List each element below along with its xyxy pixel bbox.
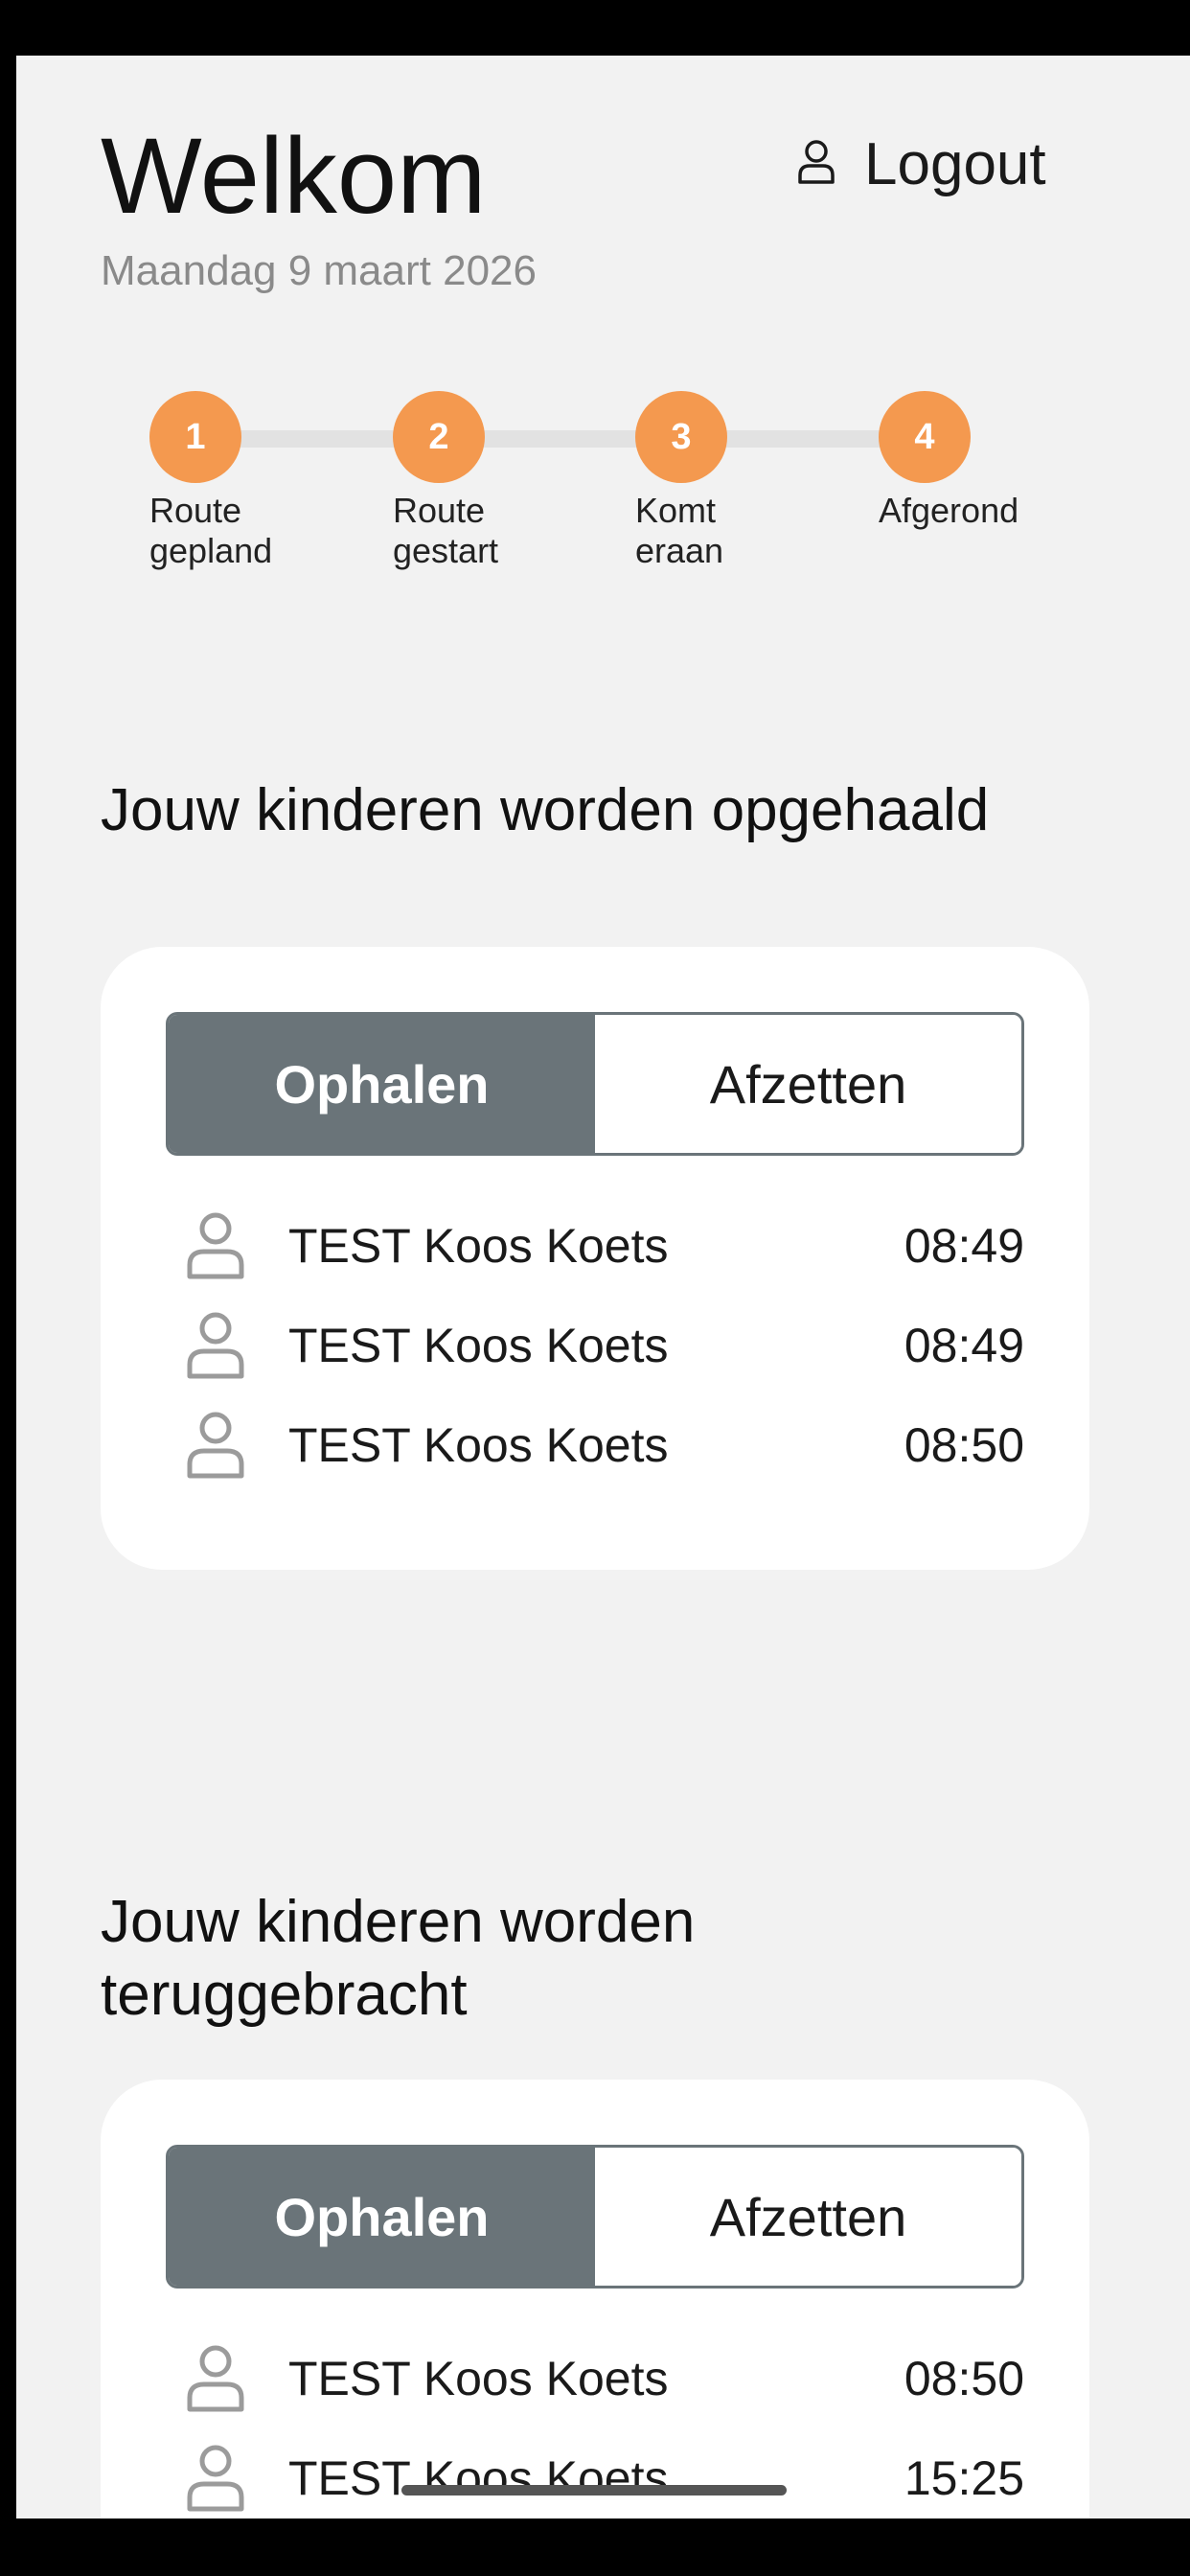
return-card: Ophalen Afzetten TEST Koos Koets 08:50 T… — [101, 2080, 1089, 2518]
step-number-badge: 1 — [149, 391, 241, 483]
tab-afzetten[interactable]: Afzetten — [595, 2148, 1021, 2286]
pickup-dropoff-toggle: Ophalen Afzetten — [166, 2145, 1024, 2288]
pickup-dropoff-toggle: Ophalen Afzetten — [166, 1012, 1024, 1156]
home-indicator[interactable] — [401, 2485, 787, 2496]
step-label: Afgerond — [879, 491, 1019, 530]
pickup-card: Ophalen Afzetten TEST Koos Koets 08:49 T… — [101, 947, 1089, 1570]
step-afgerond: 4 Afgerond — [879, 391, 1070, 531]
child-time: 08:50 — [904, 2352, 1024, 2405]
child-name: TEST Koos Koets — [288, 2352, 669, 2405]
section-heading-pickup: Jouw kinderen worden opgehaald — [101, 777, 990, 843]
step-number-badge: 4 — [879, 391, 971, 483]
list-item: TEST Koos Koets 08:50 — [166, 2329, 1024, 2428]
list-item: TEST Koos Koets 08:49 — [166, 1196, 1024, 1296]
child-name: TEST Koos Koets — [288, 2451, 669, 2505]
child-time: 08:50 — [904, 1418, 1024, 1472]
step-number-badge: 2 — [393, 391, 485, 483]
child-time: 15:25 — [904, 2451, 1024, 2505]
tab-ophalen[interactable]: Ophalen — [169, 1015, 595, 1153]
logout-button[interactable]: Logout — [797, 121, 1046, 207]
step-komt-eraan: 3 Komt eraan — [635, 391, 827, 571]
current-date: Maandag 9 maart 2026 — [101, 247, 537, 294]
step-label: Komt eraan — [635, 491, 724, 570]
step-route-gestart: 2 Route gestart — [393, 391, 584, 571]
tab-ophalen[interactable]: Ophalen — [169, 2148, 595, 2286]
app-screen: Welkom Maandag 9 maart 2026 Logout 1 Rou… — [16, 56, 1190, 2518]
page-title: Welkom — [101, 116, 487, 236]
progress-stepper: 1 Route gepland 2 Route gestart 3 Komt e… — [16, 391, 1190, 602]
step-label: Route gepland — [149, 491, 273, 570]
person-icon — [177, 2335, 254, 2422]
step-route-gepland: 1 Route gepland — [149, 391, 341, 571]
person-icon — [177, 2435, 254, 2518]
person-icon — [177, 1402, 254, 1488]
person-icon — [177, 1302, 254, 1389]
child-time: 08:49 — [904, 1219, 1024, 1273]
section-heading-return: Jouw kinderen worden teruggebracht — [101, 1889, 696, 2028]
list-item: TEST Koos Koets 08:50 — [166, 1395, 1024, 1495]
person-icon — [177, 1203, 254, 1289]
step-number-badge: 3 — [635, 391, 727, 483]
tab-afzetten[interactable]: Afzetten — [595, 1015, 1021, 1153]
child-name: TEST Koos Koets — [288, 1418, 669, 1472]
list-item: TEST Koos Koets 08:49 — [166, 1296, 1024, 1395]
logout-label: Logout — [864, 130, 1046, 197]
user-outline-icon — [797, 139, 835, 190]
step-label: Route gestart — [393, 491, 499, 570]
child-name: TEST Koos Koets — [288, 1219, 669, 1273]
list-item: TEST Koos Koets 15:25 — [166, 2428, 1024, 2518]
child-time: 08:49 — [904, 1319, 1024, 1372]
child-name: TEST Koos Koets — [288, 1319, 669, 1372]
children-list: TEST Koos Koets 08:49 TEST Koos Koets 08… — [166, 1196, 1024, 1495]
